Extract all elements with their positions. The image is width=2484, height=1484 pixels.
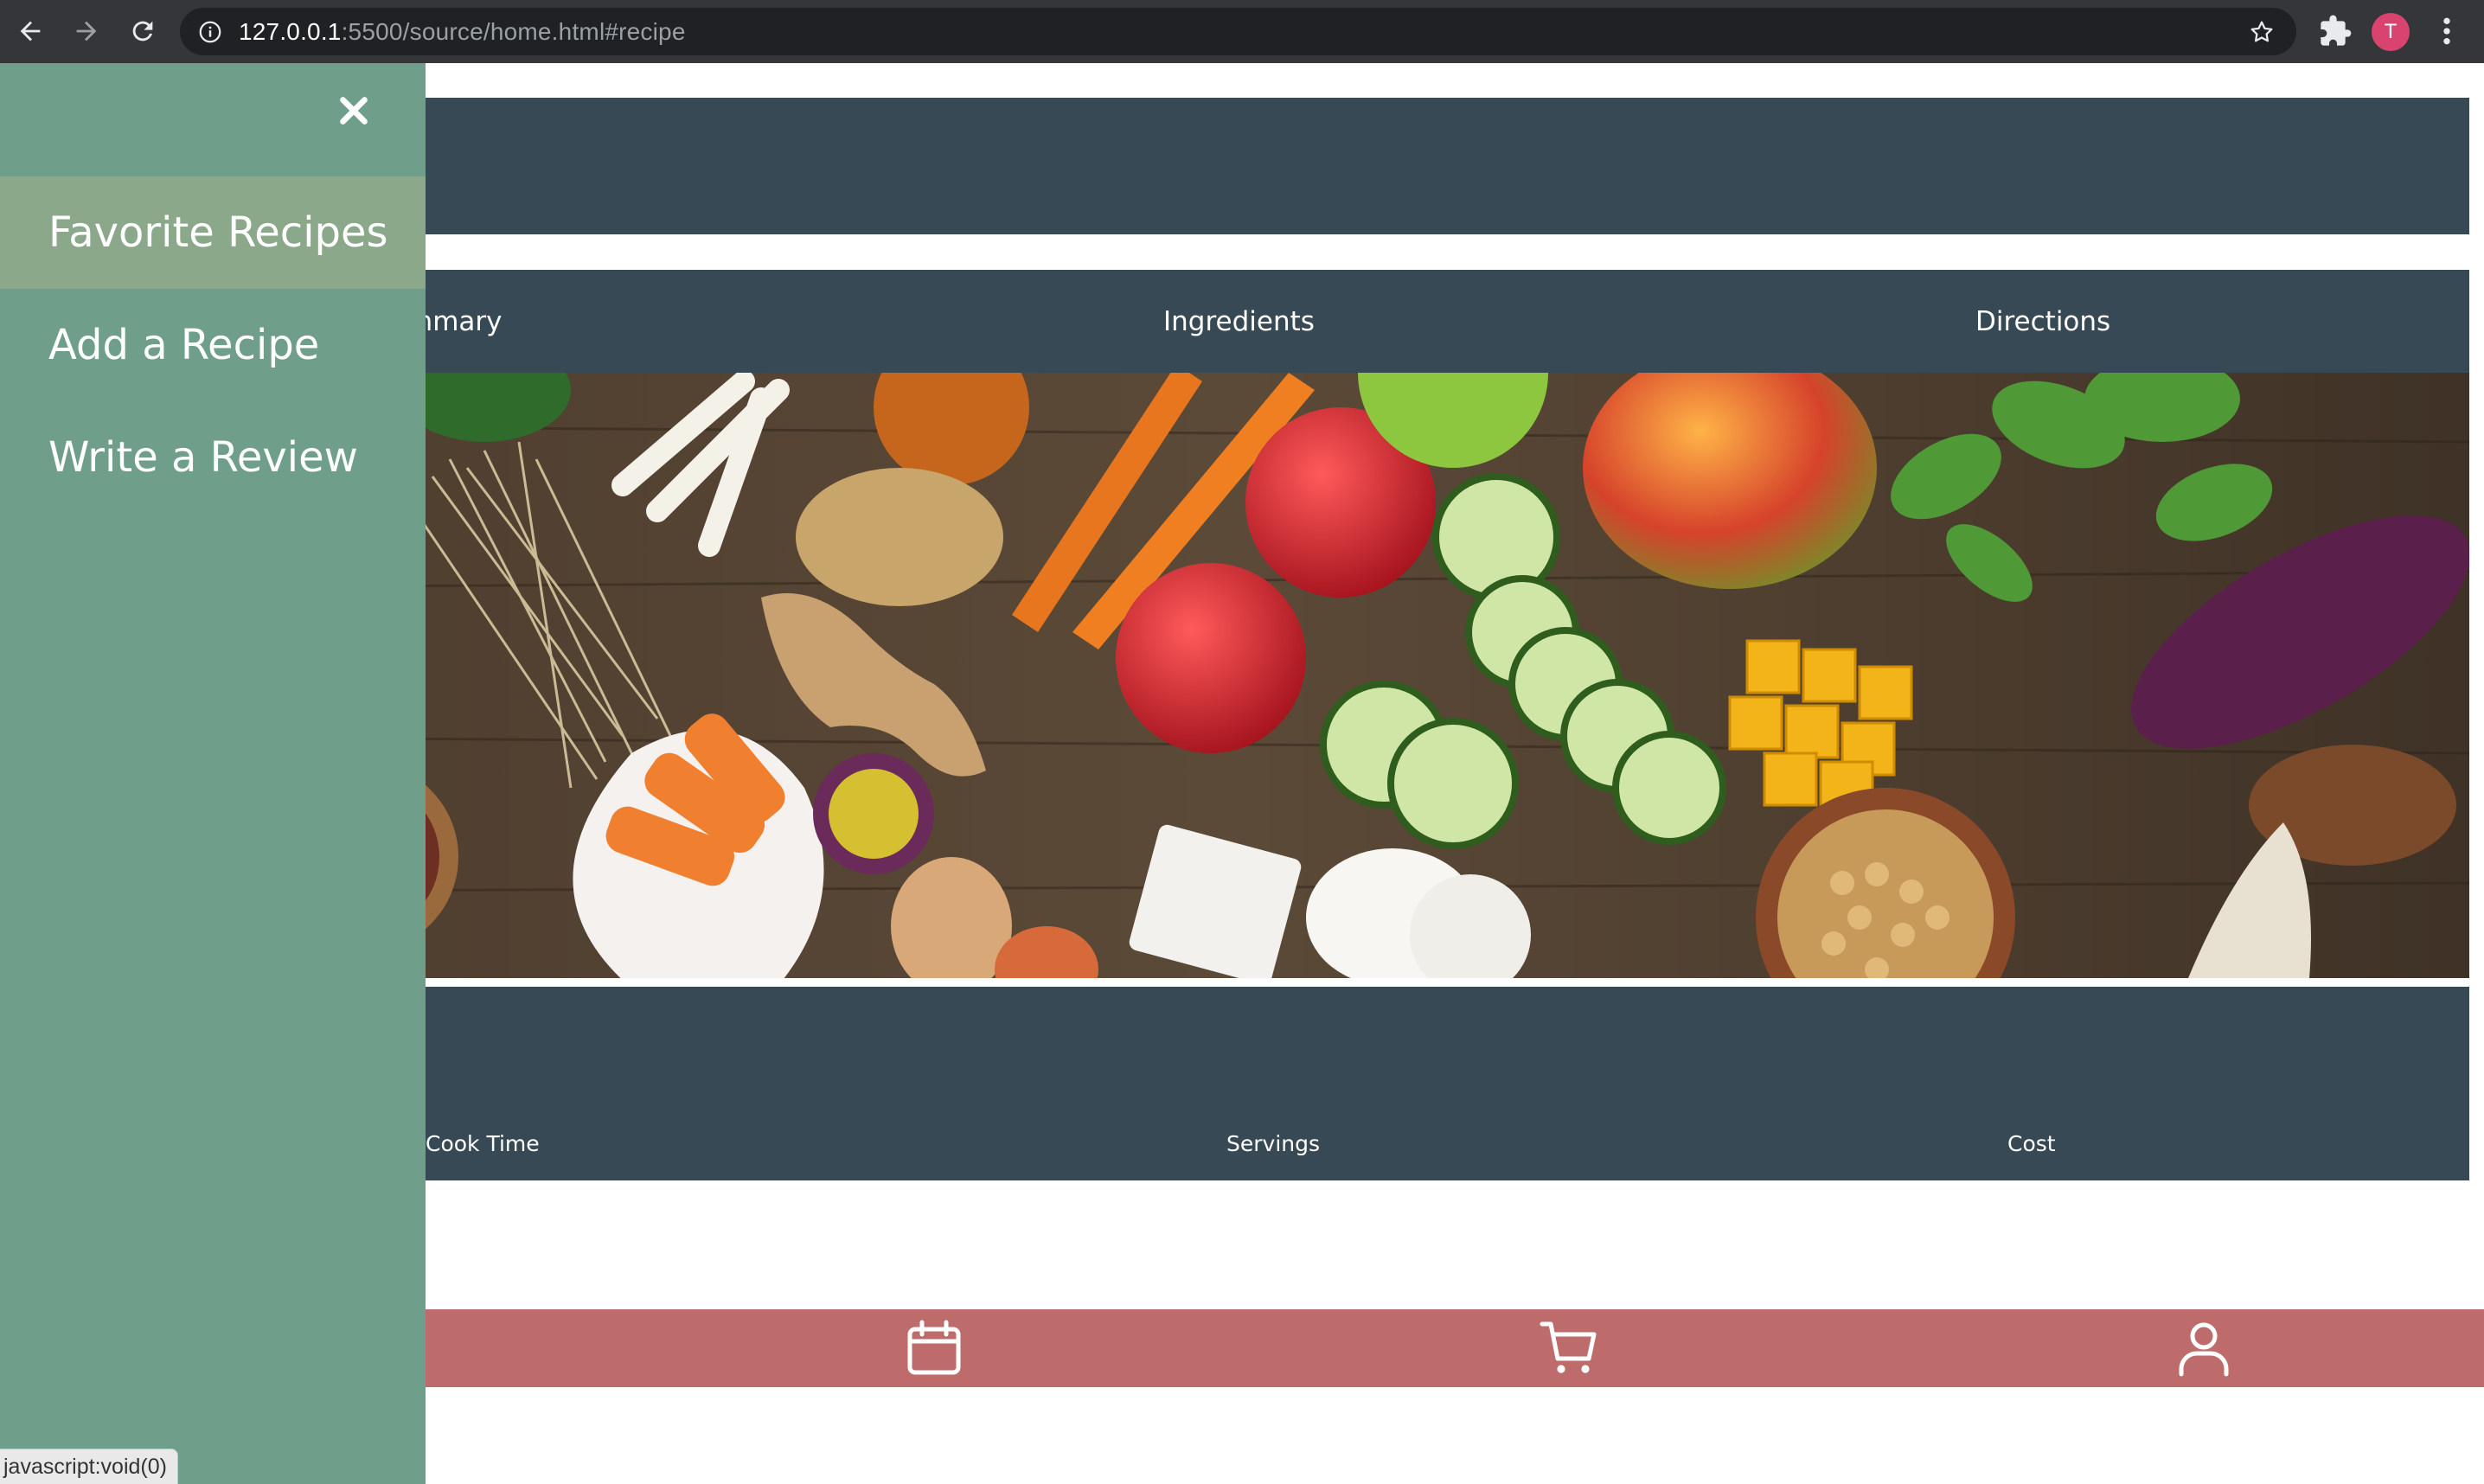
- stat-cost: Cost: [2007, 1131, 2056, 1156]
- stat-cook-time: Cook Time: [426, 1131, 540, 1156]
- star-icon[interactable]: [2248, 18, 2276, 46]
- tab-directions[interactable]: Directions: [1975, 306, 2110, 337]
- calendar-icon[interactable]: [903, 1316, 965, 1380]
- sidenav-item-label: Write a Review: [48, 433, 358, 482]
- status-bar-link-preview: javascript:void(0): [0, 1449, 178, 1484]
- address-bar[interactable]: 127.0.0.1:5500/source/home.html#recipe: [180, 8, 2296, 55]
- sidenav-item-add-recipe[interactable]: Add a Recipe: [0, 289, 426, 401]
- kebab-icon[interactable]: [2434, 14, 2460, 48]
- back-button[interactable]: [11, 12, 49, 50]
- reload-icon: [132, 21, 153, 42]
- stat-servings: Servings: [1226, 1131, 1321, 1156]
- tab-ingredients[interactable]: Ingredients: [1163, 306, 1315, 337]
- user-icon[interactable]: [2173, 1316, 2235, 1380]
- arrow-right-icon: [76, 21, 97, 42]
- arrow-left-icon: [20, 21, 41, 42]
- puzzle-icon[interactable]: [2318, 14, 2353, 48]
- cart-icon[interactable]: [1539, 1316, 1601, 1380]
- sidenav-item-label: Add a Recipe: [48, 321, 320, 369]
- sidenav-item-favorite-recipes[interactable]: Favorite Recipes: [0, 176, 426, 289]
- profile-avatar[interactable]: T: [2372, 13, 2410, 51]
- sidenav-item-write-review[interactable]: Write a Review: [0, 401, 426, 514]
- info-icon: [199, 21, 221, 43]
- browser-toolbar: 127.0.0.1:5500/source/home.html#recipe T: [0, 0, 2484, 63]
- side-nav: Favorite Recipes Add a Recipe Write a Re…: [0, 63, 426, 1484]
- sidenav-item-label: Favorite Recipes: [48, 208, 388, 257]
- forward-button[interactable]: [67, 12, 106, 50]
- reload-button[interactable]: [124, 12, 162, 50]
- url-text: 127.0.0.1:5500/source/home.html#recipe: [239, 18, 686, 45]
- close-icon[interactable]: [332, 89, 375, 132]
